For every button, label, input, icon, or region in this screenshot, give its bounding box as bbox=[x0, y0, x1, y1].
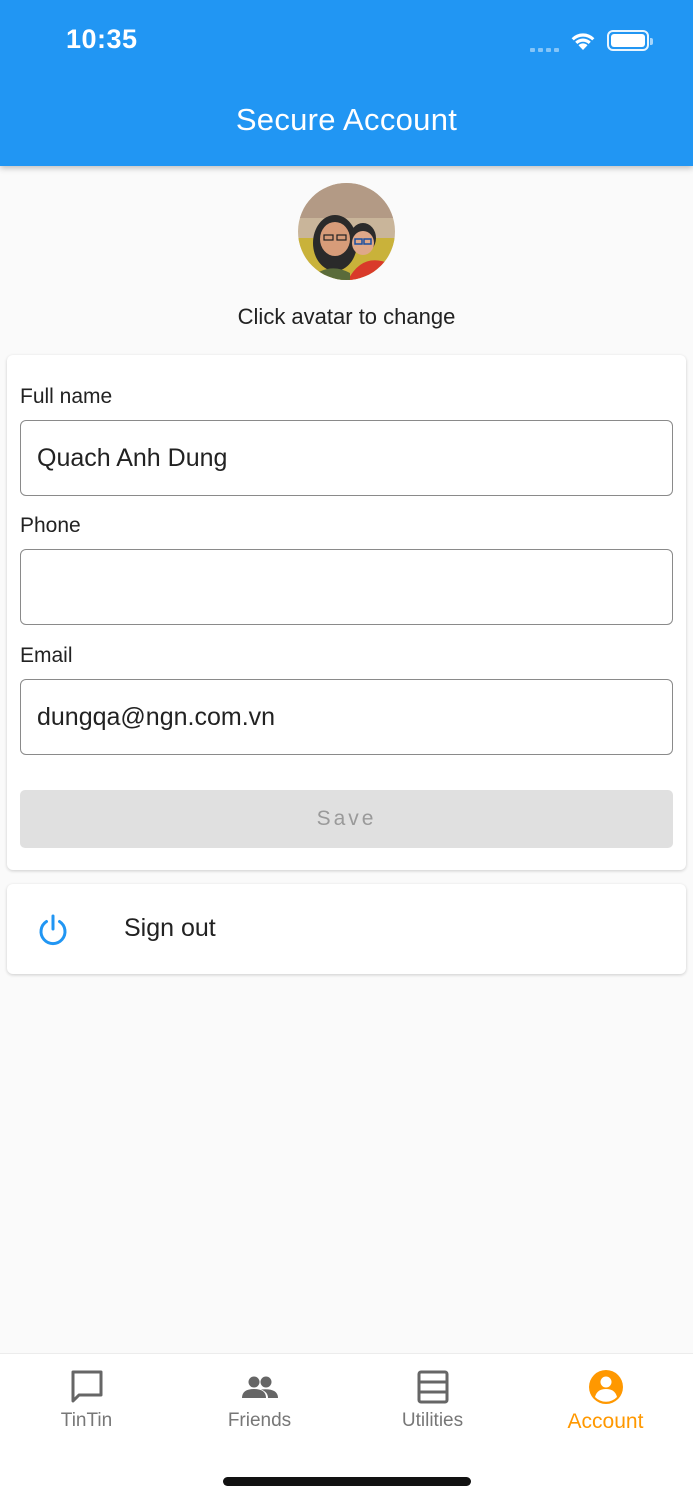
tab-label: Utilities bbox=[401, 1410, 464, 1431]
avatar[interactable] bbox=[298, 183, 395, 280]
save-button[interactable]: Save bbox=[20, 790, 673, 848]
email-label: Email bbox=[20, 644, 73, 667]
full-name-label: Full name bbox=[20, 385, 113, 408]
app-bar: 10:35 Secure Account bbox=[0, 0, 693, 166]
phone-label: Phone bbox=[20, 514, 81, 537]
avatar-photo bbox=[298, 183, 395, 280]
battery-icon bbox=[607, 29, 653, 51]
cellular-signal-icon bbox=[530, 40, 559, 52]
email-field[interactable] bbox=[20, 679, 673, 755]
tab-label: Friends bbox=[227, 1410, 292, 1431]
tab-label: Account bbox=[567, 1410, 644, 1433]
tab-account[interactable]: Account bbox=[519, 1354, 692, 1454]
list-icon bbox=[417, 1370, 449, 1404]
home-indicator bbox=[223, 1477, 471, 1486]
sign-out-row[interactable]: Sign out bbox=[7, 884, 686, 974]
people-icon bbox=[242, 1376, 278, 1398]
tab-friends[interactable]: Friends bbox=[173, 1354, 346, 1454]
tab-label: TinTin bbox=[60, 1410, 113, 1431]
power-icon bbox=[39, 914, 67, 946]
sign-out-label: Sign out bbox=[124, 914, 216, 942]
chat-bubble-icon bbox=[71, 1370, 103, 1403]
page-title: Secure Account bbox=[235, 102, 458, 137]
avatar-hint: Click avatar to change bbox=[237, 304, 456, 329]
status-icons bbox=[530, 26, 653, 54]
phone-field[interactable] bbox=[20, 549, 673, 625]
account-circle-icon bbox=[589, 1370, 623, 1404]
profile-form-card: Full name Phone Email Save bbox=[7, 355, 686, 870]
full-name-field[interactable] bbox=[20, 420, 673, 496]
tab-tintin[interactable]: TinTin bbox=[0, 1354, 173, 1454]
status-time: 10:35 bbox=[66, 24, 138, 54]
tab-utilities[interactable]: Utilities bbox=[346, 1354, 519, 1454]
wifi-icon bbox=[571, 33, 595, 50]
